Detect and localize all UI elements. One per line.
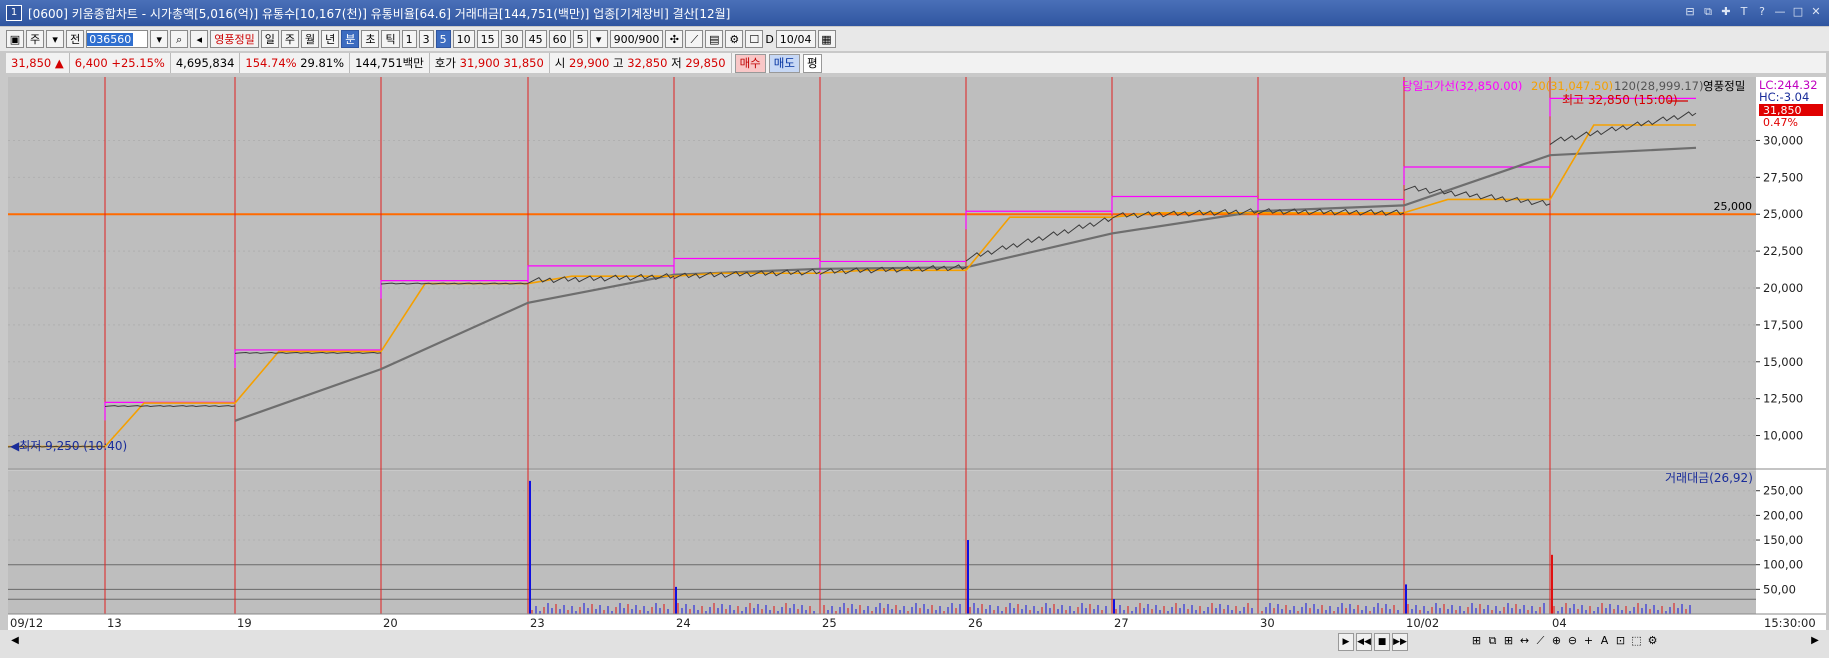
x-tick-label: 23	[530, 616, 545, 630]
frame-icon[interactable]: ⊡	[1614, 634, 1627, 648]
price-tick-label: 20,000	[1763, 281, 1803, 295]
high-annotation: 최고 32,850 (15:00)	[1562, 93, 1678, 107]
x-tick-label: 13	[107, 616, 122, 630]
volume-panel	[8, 471, 1756, 614]
price-tick-label: 22,500	[1763, 244, 1803, 258]
line-tool-icon[interactable]: ⟋	[1534, 634, 1547, 648]
settings-icon[interactable]: ⚙	[1646, 634, 1659, 648]
x-tick-label: 19	[237, 616, 252, 630]
zoom-in-icon[interactable]: ⊕	[1550, 634, 1563, 648]
price-tick-label: 30,000	[1763, 133, 1803, 147]
x-tick-label: 09/12	[10, 616, 43, 630]
add-icon[interactable]: +	[1582, 634, 1595, 648]
legend-stock-name: 영풍정밀	[1703, 79, 1745, 93]
volume-tick-label: 50,00	[1763, 582, 1796, 596]
x-tick-label: 04	[1552, 616, 1567, 630]
legend-ma20: 20(31,047.50)	[1531, 79, 1613, 93]
scroll-right-arrow[interactable]: ▶	[1808, 634, 1822, 648]
price-tick-label: 17,500	[1763, 318, 1803, 332]
x-tick-label: 25	[822, 616, 837, 630]
x-tick-label: 27	[1114, 616, 1129, 630]
x-tick-label: 10/02	[1406, 616, 1439, 630]
price-tick-label: 15,000	[1763, 355, 1803, 369]
status-bar: ◀ ▶ ◀◀ ■ ▶▶ ⊞ ⧉ ⊞ ↔ ⟋ ⊕ ⊖ + A ⊡ ⬚ ⚙ ▶	[0, 630, 1829, 658]
price-chart[interactable]: 30,000 27,500 25,000 22,500 20,000 17,500 15,0…	[0, 0, 1829, 658]
stop-icon[interactable]: ■	[1374, 633, 1390, 651]
price-tick-label: 25,000	[1763, 207, 1803, 221]
rewind-icon[interactable]: ◀◀	[1356, 633, 1372, 651]
legend-ma120: 120(28,999.17)	[1614, 79, 1703, 93]
percent-tag: 0.47%	[1763, 116, 1798, 129]
select-icon[interactable]: ⬚	[1630, 634, 1643, 648]
text-tool-icon[interactable]: A	[1598, 634, 1611, 648]
chart-tools: ⊞ ⧉ ⊞ ↔ ⟋ ⊕ ⊖ + A ⊡ ⬚ ⚙	[1470, 634, 1659, 648]
x-tick-label: 20	[383, 616, 398, 630]
nav-buttons: ▶ ◀◀ ■ ▶▶	[1338, 633, 1408, 651]
volume-tick-label: 150,00	[1763, 533, 1803, 547]
low-annotation: ◀최저 9,250 (10:40)	[10, 439, 127, 453]
x-tick-label: 26	[968, 616, 983, 630]
zoom-out-icon[interactable]: ⊖	[1566, 634, 1579, 648]
price-tick-label: 10,000	[1763, 429, 1803, 443]
copy-icon[interactable]: ⧉	[1486, 634, 1499, 648]
play-icon[interactable]: ▶	[1338, 633, 1354, 651]
legend-day-high: 당일고가선(32,850.00)	[1402, 79, 1522, 93]
volume-tick-label: 250,00	[1763, 484, 1803, 498]
grid-icon[interactable]: ⊞	[1470, 634, 1483, 648]
x-tick-label: 30	[1260, 616, 1275, 630]
scroll-left-arrow[interactable]: ◀	[8, 634, 22, 648]
legend-trade-amount: 거래대금(26,92)	[1665, 471, 1753, 485]
range-icon[interactable]: ↔	[1518, 634, 1531, 648]
hc-value: HC:-3.04	[1759, 90, 1809, 104]
fast-forward-icon[interactable]: ▶▶	[1392, 633, 1408, 651]
price-tick-label: 12,500	[1763, 392, 1803, 406]
x-end-label: 15:30:00	[1764, 616, 1816, 630]
volume-tick-label: 100,00	[1763, 558, 1803, 572]
x-tick-label: 24	[676, 616, 691, 630]
price-tick-label: 27,500	[1763, 170, 1803, 184]
hline-label: 25,000	[1714, 200, 1753, 213]
layout-icon[interactable]: ⊞	[1502, 634, 1515, 648]
volume-tick-label: 200,00	[1763, 508, 1803, 522]
